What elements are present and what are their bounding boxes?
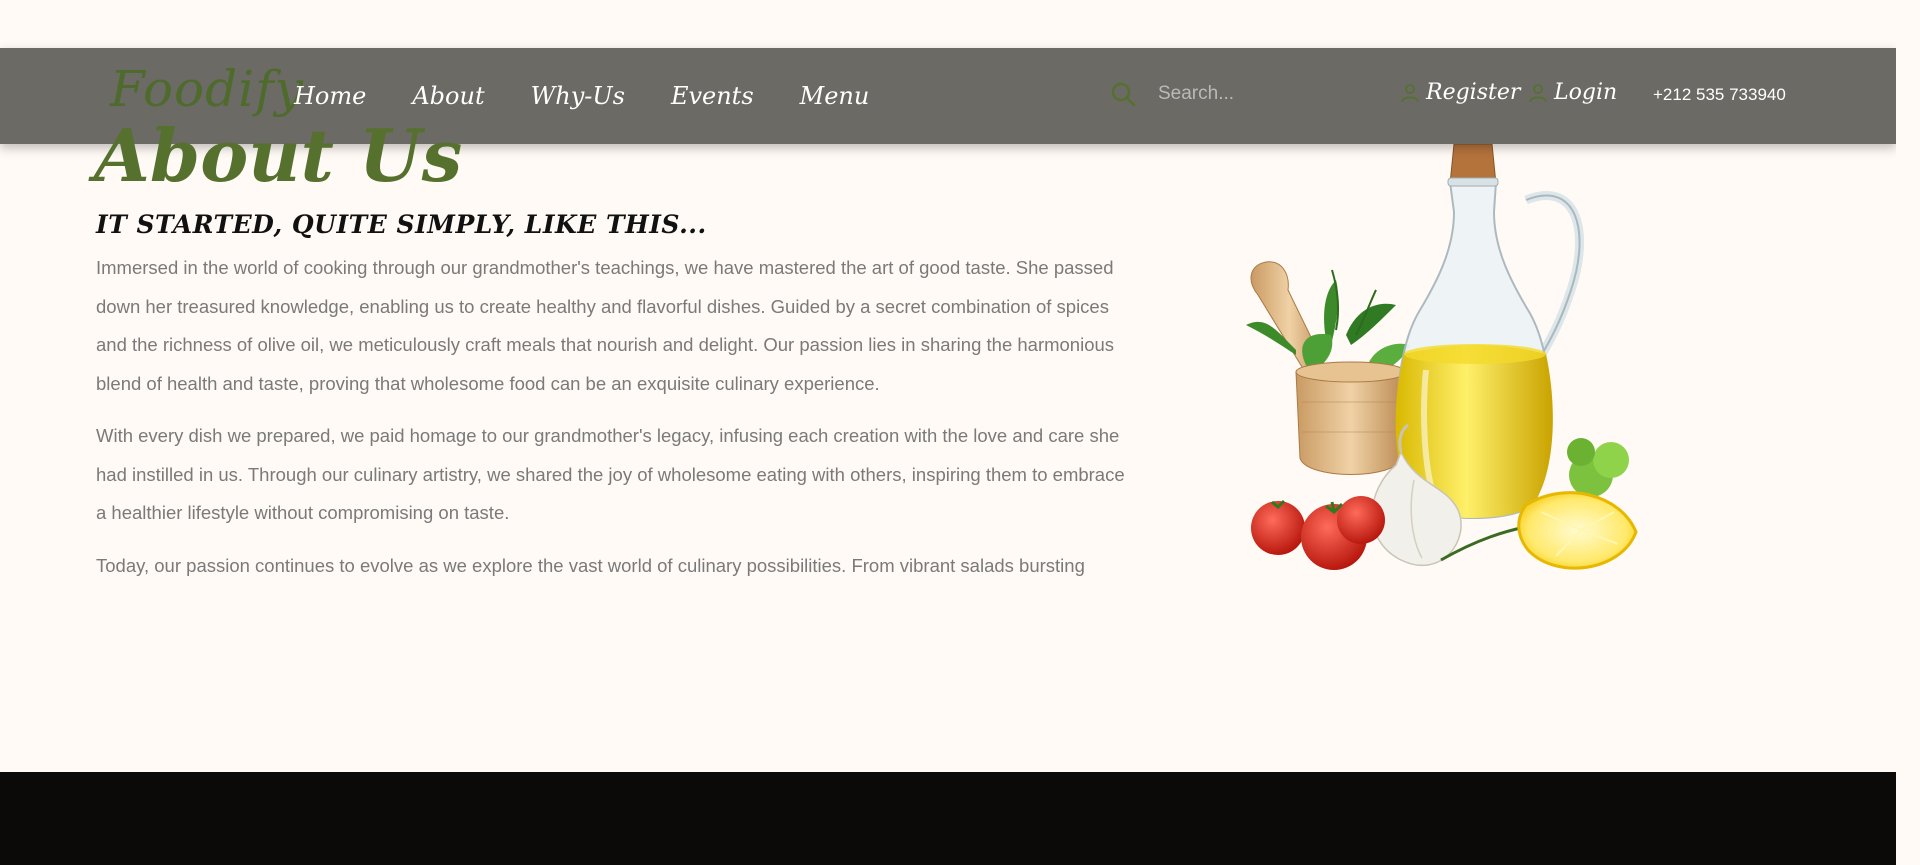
nav-menu[interactable]: Menu — [800, 84, 870, 108]
login-label: Login — [1554, 80, 1618, 105]
search-icon[interactable] — [1110, 81, 1136, 107]
search-input[interactable] — [1156, 80, 1380, 108]
about-paragraph: Immersed in the world of cooking through… — [96, 257, 1115, 394]
main-nav: Home About Why-Us Events Menu — [294, 84, 869, 108]
nav-home[interactable]: Home — [294, 84, 366, 108]
lemon — [1517, 491, 1638, 570]
page: Foodify Home About Why-Us Events Menu Re… — [0, 0, 1896, 865]
about-text: Immersed in the world of cooking through… — [96, 249, 1126, 599]
lettuce — [1567, 438, 1629, 497]
nav-why-us[interactable]: Why-Us — [531, 84, 625, 108]
search-bar — [1110, 80, 1380, 108]
nav-events[interactable]: Events — [671, 84, 754, 108]
user-icon — [1401, 84, 1419, 103]
nav-about[interactable]: About — [412, 84, 484, 108]
user-icon — [1529, 84, 1547, 103]
about-subtitle: IT STARTED, QUITE SIMPLY, LIKE THIS... — [96, 210, 707, 239]
mortar-bowl — [1295, 361, 1407, 475]
brand-logo[interactable]: Foodify — [110, 64, 304, 114]
footer — [0, 772, 1896, 865]
about-paragraph: Today, our passion continues to evolve a… — [96, 554, 1085, 576]
register-label: Register — [1426, 80, 1521, 105]
login-link[interactable]: Login — [1528, 82, 1617, 104]
register-link[interactable]: Register — [1400, 82, 1520, 104]
tomatoes — [1251, 496, 1385, 570]
phone-number[interactable]: +212 535 733940 — [1653, 86, 1786, 103]
olive-oil-illustration — [1246, 143, 1638, 570]
about-title: About Us — [94, 113, 463, 198]
about-paragraph: With every dish we prepared, we paid hom… — [96, 425, 1125, 523]
